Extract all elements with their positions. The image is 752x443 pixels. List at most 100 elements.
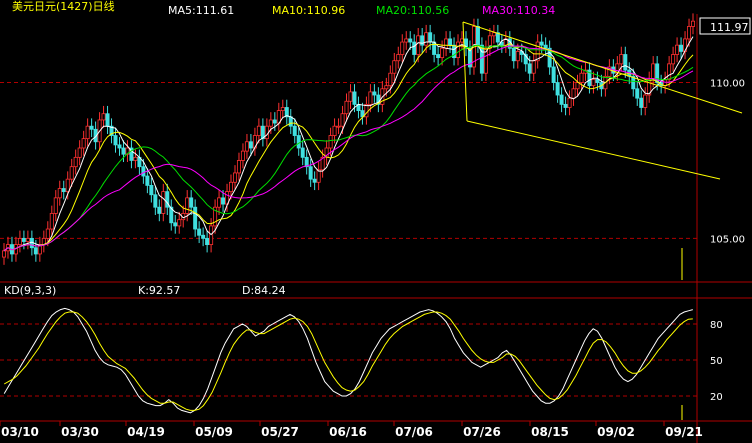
candle-body (197, 228, 202, 236)
price-chart-canvas[interactable]: 105.00 110.00 20 50 80 111.97 03/10 03/30 04/19 0… (0, 0, 752, 443)
candle-body (539, 41, 544, 46)
candle-body (296, 135, 301, 149)
candle-body (185, 197, 190, 214)
candle-body (205, 237, 210, 246)
candle-body (149, 184, 154, 196)
candle-body (436, 54, 441, 59)
ma5-label: MA5:111.61 (168, 4, 235, 17)
candle-body (65, 178, 70, 193)
candle-body (639, 97, 644, 108)
candle-body (256, 125, 261, 136)
candle-body (575, 82, 580, 90)
last-price-label: 111.97 (710, 21, 749, 34)
candle-body (300, 147, 305, 158)
candle-body (456, 41, 461, 59)
candle-body (292, 125, 297, 136)
candle-body (531, 60, 536, 74)
candle-body (117, 144, 122, 149)
x-tick-label: 03/10 (1, 425, 39, 439)
candle-body (25, 237, 30, 242)
chart-title: 美元日元(1427)日线 (12, 0, 115, 13)
candle-body (145, 175, 150, 186)
x-tick-label: 09/21 (665, 425, 703, 439)
kd-tick-label: 80 (710, 320, 723, 331)
candle-body (81, 138, 86, 149)
candle-body (392, 60, 397, 74)
candle-body (396, 54, 401, 62)
candle-body (201, 234, 206, 239)
kd-tick-label: 20 (710, 392, 723, 403)
ma30-label: MA30:110.34 (482, 4, 556, 17)
candle-body (491, 32, 496, 37)
candle-body (400, 41, 405, 55)
price-tick-label: 105.00 (710, 234, 745, 245)
candle-body (236, 160, 241, 174)
candle-body (240, 150, 245, 161)
candle-body (85, 125, 90, 140)
candle-body (69, 166, 74, 180)
candle-body (77, 147, 82, 158)
candle-body (675, 44, 680, 55)
candle-body (368, 91, 373, 105)
candle-body (113, 135, 118, 146)
x-tick-label: 09/02 (597, 425, 635, 439)
candle-body (543, 44, 548, 49)
x-tick-label: 08/15 (531, 425, 569, 439)
candle-body (189, 197, 194, 208)
candle-body (53, 197, 58, 214)
candle-body (1, 250, 6, 258)
x-tick-label: 04/19 (127, 425, 165, 439)
candle-body (316, 169, 321, 183)
candle-body (579, 72, 584, 83)
kd-indicator-name: KD(9,3,3) (4, 284, 57, 297)
candle-body (221, 197, 226, 205)
x-tick-label: 06/16 (329, 425, 367, 439)
candle-body (161, 191, 166, 214)
x-tick-label: 07/06 (395, 425, 433, 439)
candle-body (57, 188, 62, 199)
candle-body (444, 38, 449, 49)
candle-body (21, 237, 26, 242)
candle-body (328, 135, 333, 149)
candle-body (440, 47, 445, 59)
candle-body (372, 91, 377, 96)
candle-body (555, 82, 560, 96)
candle-body (595, 79, 600, 83)
candle-body (671, 54, 676, 65)
kd-tick-label: 50 (710, 356, 723, 367)
kd-k-value: K:92.57 (138, 284, 181, 297)
candle-body (153, 194, 158, 208)
candle-body (635, 88, 640, 99)
candle-body (105, 113, 110, 127)
candle-body (332, 125, 337, 136)
candle-body (244, 141, 249, 152)
candle-body (61, 188, 66, 193)
candle-body (651, 63, 656, 80)
candle-body (348, 91, 353, 102)
candle-body (177, 219, 182, 227)
candle-body (268, 119, 273, 127)
candle-body (428, 32, 433, 43)
candle-body (687, 26, 692, 40)
candle-body (563, 103, 568, 108)
ma20-label: MA20:110.56 (376, 4, 450, 17)
candle-body (217, 197, 222, 208)
candle-body (73, 156, 78, 168)
candle-body (416, 35, 421, 55)
candle-body (475, 26, 480, 46)
candle-body (340, 113, 345, 127)
candle-body (232, 172, 237, 183)
candle-body (272, 119, 277, 124)
candle-body (49, 213, 54, 230)
candle-body (388, 72, 393, 87)
candle-body (667, 63, 672, 80)
candle-body (344, 100, 349, 115)
candle-body (619, 54, 624, 65)
chart-background (0, 0, 752, 443)
candle-body (424, 32, 429, 46)
candle-body (280, 107, 285, 112)
candle-body (141, 166, 146, 177)
candle-body (643, 94, 648, 108)
candle-body (567, 97, 572, 108)
kd-d-value: D:84.24 (242, 284, 286, 297)
